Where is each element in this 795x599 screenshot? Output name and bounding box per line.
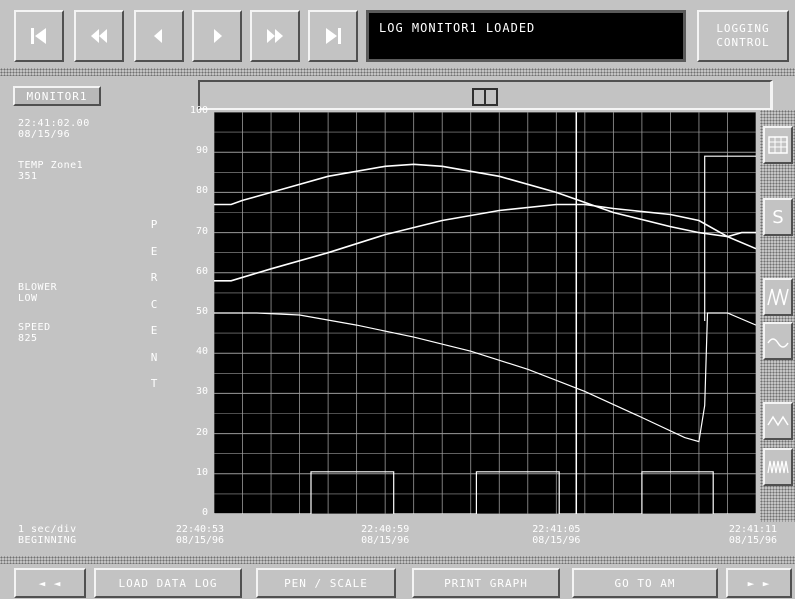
y-tick-label: 20 [195, 426, 208, 438]
wave-smooth-icon [767, 338, 789, 348]
cursor-time: 22:41:02.00 [18, 118, 90, 129]
wave-dense-icon [767, 460, 789, 474]
step-forward-icon [214, 29, 222, 43]
y-tick-label: 60 [195, 265, 208, 277]
triangle-wave-button[interactable] [763, 402, 793, 440]
logging-control-label-1: LOGGING [716, 22, 770, 35]
log-position: BEGINNING [18, 535, 77, 546]
monitor-name-tag[interactable]: MONITOR1 [13, 86, 101, 106]
next-page-button[interactable]: ► ► [726, 568, 792, 598]
skip-to-end-icon [326, 28, 341, 44]
table-icon [768, 136, 788, 154]
tag1-label: TEMP Zone1 [18, 160, 84, 171]
x-tick-date: 08/15/96 [361, 535, 410, 546]
x-tick-label: 22:41:05 08/15/96 [516, 524, 596, 546]
fast-forward-button[interactable] [250, 10, 300, 62]
y-tick-label: 50 [195, 306, 208, 317]
y-tick-label: 30 [195, 386, 208, 398]
y-tick-label: 40 [195, 346, 208, 358]
tag3-value: 825 [18, 333, 38, 344]
first-record-button[interactable] [14, 10, 64, 62]
step-forward-button[interactable] [192, 10, 242, 62]
status-message: LOG MONITOR1 LOADED [366, 10, 686, 62]
status-area: 1 sec/div BEGINNING [18, 524, 77, 546]
s-tool-button[interactable]: S [763, 198, 793, 236]
y-tick-label: 70 [195, 225, 208, 237]
smooth-wave-button[interactable] [763, 322, 793, 360]
last-record-button[interactable] [308, 10, 358, 62]
tag3-label: SPEED [18, 322, 51, 333]
y-tick-label: 100 [189, 105, 208, 116]
fast-forward-icon [267, 29, 283, 43]
logging-control-label-2: CONTROL [716, 36, 770, 49]
tag2-value: LOW [18, 293, 38, 304]
y-tick-label: 0 [201, 507, 208, 518]
dense-wave-button[interactable] [763, 448, 793, 486]
x-tick-label: 22:41:11 08/15/96 [713, 524, 793, 546]
fast-rewind-icon [91, 29, 107, 43]
y-axis-label-letter: E [150, 324, 158, 337]
step-back-button[interactable] [134, 10, 184, 62]
logging-control-button[interactable]: LOGGING CONTROL [697, 10, 789, 62]
time-resolution: 1 sec/div [18, 524, 77, 535]
rewind-button[interactable] [74, 10, 124, 62]
trend-plot[interactable] [214, 112, 756, 514]
wave-sharp-icon [767, 288, 789, 306]
x-tick-label: 22:40:53 08/15/96 [160, 524, 240, 546]
x-tick-time: 22:40:59 [361, 524, 410, 535]
y-axis-label-letter: E [150, 244, 158, 258]
x-tick-time: 22:40:53 [175, 524, 225, 535]
top-divider [0, 68, 795, 76]
y-tick-label: 80 [195, 185, 208, 197]
cursor-date: 08/15/96 [18, 129, 71, 140]
s-icon: S [772, 206, 784, 228]
load-data-log-button[interactable]: LOAD DATA LOG [94, 568, 242, 598]
scrollbar-thumb[interactable] [472, 88, 498, 106]
y-axis-label-letter: N [150, 350, 158, 364]
x-tick-time: 22:41:11 [728, 524, 778, 535]
step-back-icon [154, 29, 162, 43]
tag2-label: BLOWER [18, 282, 58, 293]
pen-scale-button[interactable]: PEN / SCALE [256, 568, 396, 598]
x-tick-date: 08/15/96 [175, 535, 225, 546]
x-tick-date: 08/15/96 [728, 535, 778, 546]
table-view-button[interactable] [763, 126, 793, 164]
time-scrollbar[interactable] [198, 80, 773, 110]
y-tick-label: 90 [195, 145, 208, 157]
tag1-value: 351 [18, 171, 38, 182]
trend-window: LOG MONITOR1 LOADED LOGGING CONTROL MONI… [0, 0, 795, 599]
y-axis-label-letter: C [150, 297, 158, 311]
x-tick-date: 08/15/96 [532, 535, 581, 546]
y-axis-label-letter: P [150, 218, 158, 231]
x-tick-label: 22:40:59 08/15/96 [345, 524, 425, 546]
y-axis-label-letter: T [150, 377, 158, 390]
sharp-wave-button[interactable] [763, 278, 793, 316]
previous-page-button[interactable]: ◄ ◄ [14, 568, 86, 598]
print-graph-button[interactable]: PRINT GRAPH [412, 568, 560, 598]
go-to-am-button[interactable]: GO TO AM [572, 568, 718, 598]
x-tick-time: 22:41:05 [532, 524, 581, 535]
y-axis-label-letter: R [150, 271, 158, 284]
bottom-divider [0, 556, 795, 564]
skip-to-start-icon [31, 28, 46, 44]
y-tick-label: 10 [195, 466, 208, 478]
wave-triangle-icon [767, 415, 789, 427]
